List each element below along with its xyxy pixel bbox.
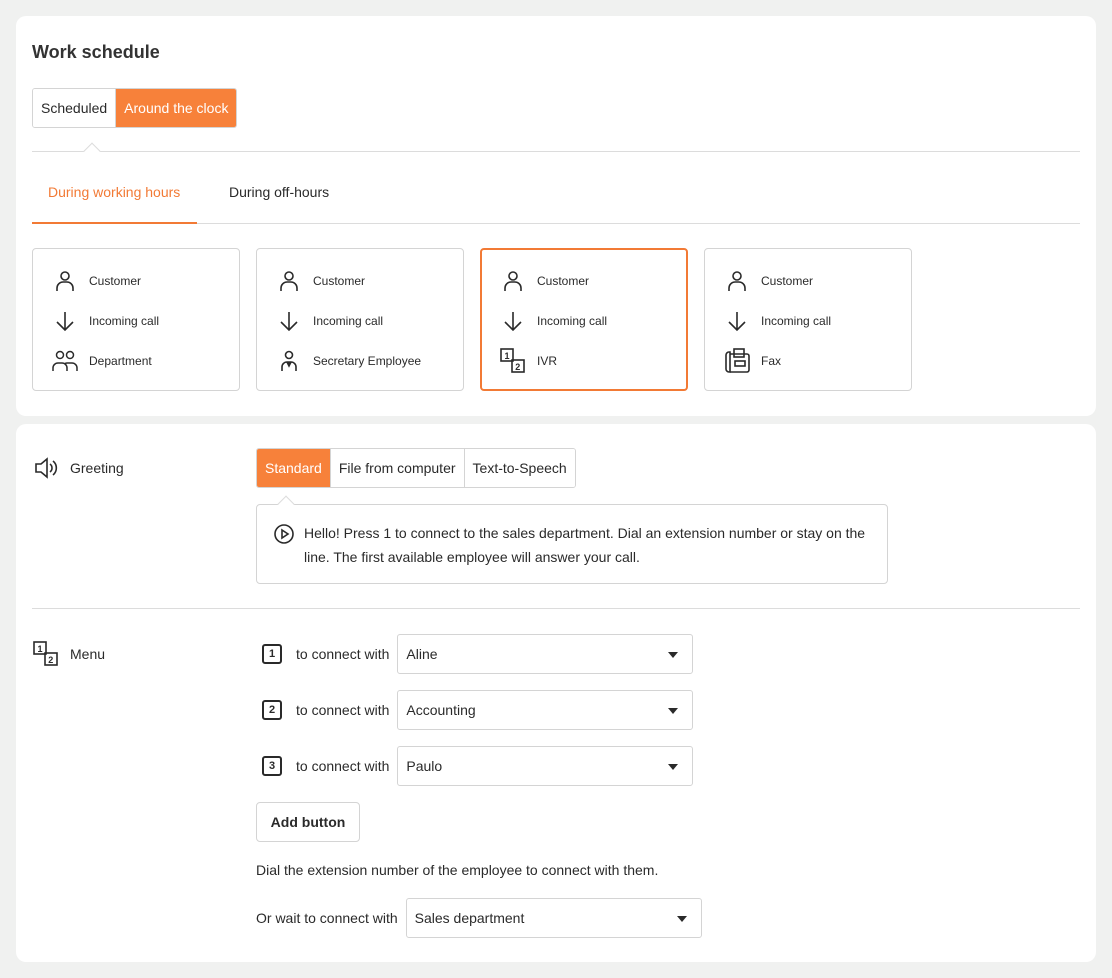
key-badge: 2 <box>262 700 282 720</box>
greeting-label: Greeting <box>70 460 124 476</box>
divider <box>32 151 1080 152</box>
greeting-message-box: Hello! Press 1 to connect to the sales d… <box>256 504 888 584</box>
ivr-settings-card: Greeting Standard File from computer Tex… <box>16 424 1096 962</box>
group-icon <box>51 347 79 375</box>
route-row-label: IVR <box>537 354 558 368</box>
route-row-label: Fax <box>761 354 782 368</box>
ivr-icon: 12 <box>499 347 527 375</box>
menu-section-label: 12 Menu <box>32 640 105 668</box>
select-value: Aline <box>406 646 438 662</box>
key-badge: 3 <box>262 756 282 776</box>
chevron-down-icon <box>668 764 679 770</box>
svg-text:2: 2 <box>515 362 520 372</box>
divider <box>32 608 1080 609</box>
menu-item-text: to connect with <box>296 646 390 662</box>
arrow-down-icon <box>275 307 303 335</box>
route-row-label: Department <box>89 354 152 368</box>
route-row-label: Incoming call <box>537 314 608 328</box>
schedule-mode-toggle: Scheduled Around the clock <box>32 88 238 128</box>
person-icon <box>723 267 751 295</box>
route-option-ivr[interactable]: Customer Incoming call 12 IVR <box>480 248 688 391</box>
menu-item-row: 3 to connect with Paulo <box>256 746 694 786</box>
arrow-down-icon <box>499 307 527 335</box>
route-row-label: Incoming call <box>313 314 384 328</box>
wait-label: Or wait to connect with <box>256 910 398 926</box>
route-option-department[interactable]: Customer Incoming call Department <box>32 248 240 391</box>
menu-target-select[interactable]: Aline <box>397 634 694 674</box>
select-value: Paulo <box>406 758 443 774</box>
menu-target-select[interactable]: Accounting <box>397 690 694 730</box>
menu-label: Menu <box>70 646 106 662</box>
svg-text:1: 1 <box>38 644 43 654</box>
select-value: Sales department <box>414 910 525 926</box>
schedule-mode-around-the-clock[interactable]: Around the clock <box>116 89 237 127</box>
wait-target-select[interactable]: Sales department <box>405 898 702 938</box>
greeting-source-standard[interactable]: Standard <box>257 449 331 487</box>
route-row-label: Incoming call <box>761 314 832 328</box>
route-row-label: Customer <box>89 274 142 288</box>
route-row-label: Customer <box>761 274 814 288</box>
route-row-label: Customer <box>313 274 366 288</box>
arrow-down-icon <box>51 307 79 335</box>
add-button[interactable]: Add button <box>256 802 360 842</box>
speaker-icon <box>32 454 60 482</box>
svg-text:1: 1 <box>505 351 510 361</box>
greeting-source-tts[interactable]: Text-to-Speech <box>464 449 575 487</box>
greeting-section-label: Greeting <box>32 454 124 482</box>
extension-hint: Dial the extension number of the employe… <box>256 862 659 878</box>
route-row-label: Incoming call <box>89 314 160 328</box>
person-icon <box>275 267 303 295</box>
route-option-fax[interactable]: Customer Incoming call Fax <box>704 248 912 391</box>
menu-item-text: to connect with <box>296 702 390 718</box>
tab-working-hours[interactable]: During working hours <box>48 184 180 200</box>
menu-target-select[interactable]: Paulo <box>397 746 694 786</box>
wait-row: Or wait to connect with Sales department <box>256 898 702 938</box>
greeting-source-toggle: Standard File from computer Text-to-Spee… <box>256 448 576 488</box>
ivr-icon: 12 <box>32 640 60 668</box>
greeting-source-file[interactable]: File from computer <box>330 449 465 487</box>
chevron-down-icon <box>668 708 679 714</box>
arrow-down-icon <box>723 307 751 335</box>
fax-icon <box>723 347 751 375</box>
route-row-label: Secretary Employee <box>313 354 422 368</box>
menu-item-row: 2 to connect with Accounting <box>256 690 694 730</box>
menu-item-text: to connect with <box>296 758 390 774</box>
tab-active-indicator <box>32 222 197 224</box>
greeting-message: Hello! Press 1 to connect to the sales d… <box>304 525 866 565</box>
work-schedule-card: Work schedule Scheduled Around the clock… <box>16 16 1096 416</box>
svg-text:2: 2 <box>48 655 53 665</box>
chevron-down-icon <box>676 916 687 922</box>
pointer-notch <box>83 142 101 160</box>
page-title: Work schedule <box>32 42 160 62</box>
secretary-icon <box>275 347 303 375</box>
chevron-down-icon <box>668 652 679 658</box>
person-icon <box>499 267 527 295</box>
play-icon[interactable] <box>273 523 295 550</box>
person-icon <box>51 267 79 295</box>
schedule-mode-scheduled[interactable]: Scheduled <box>33 89 117 127</box>
route-option-secretary[interactable]: Customer Incoming call Secretary Employe… <box>256 248 464 391</box>
route-row-label: Customer <box>537 274 590 288</box>
key-badge: 1 <box>262 644 282 664</box>
menu-item-row: 1 to connect with Aline <box>256 634 694 674</box>
select-value: Accounting <box>406 702 476 718</box>
tab-off-hours[interactable]: During off-hours <box>229 184 329 200</box>
